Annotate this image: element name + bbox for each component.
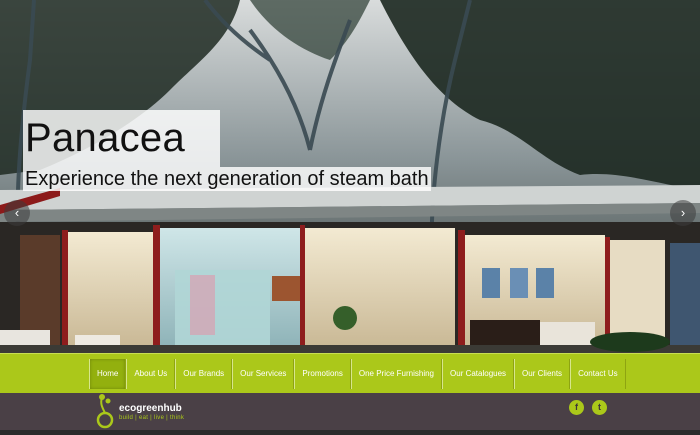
nav-list: Home About Us Our Brands Our Services Pr… [89,359,626,389]
facebook-icon[interactable]: f [569,400,584,415]
footer: ecogreenhub build | eat | live | think f… [0,393,700,430]
hero-subtitle: Experience the next generation of steam … [23,167,431,191]
chevron-right-icon: › [680,205,686,220]
ecogreenhub-logo[interactable]: ecogreenhub build | eat | live | think [94,393,184,430]
hero-slider: Panacea Experience the next generation o… [0,0,700,353]
nav-item-our-brands[interactable]: Our Brands [175,359,233,389]
nav-item-contact-us[interactable]: Contact Us [570,359,626,389]
main-navigation: Home About Us Our Brands Our Services Pr… [0,353,700,394]
nav-item-promotions[interactable]: Promotions [294,359,351,389]
logo-name: ecogreenhub [119,403,182,414]
nav-item-our-clients[interactable]: Our Clients [514,359,571,389]
logo-tagline: build | eat | live | think [119,415,185,421]
slider-prev-button[interactable]: ‹ [4,200,30,226]
nav-item-about-us[interactable]: About Us [126,359,176,389]
nav-item-our-services[interactable]: Our Services [232,359,295,389]
twitter-icon[interactable]: t [592,400,607,415]
slider-next-button[interactable]: › [670,200,696,226]
nav-item-our-catalogues[interactable]: Our Catalogues [442,359,515,389]
nav-item-home[interactable]: Home [89,359,127,389]
chevron-left-icon: ‹ [14,205,20,220]
ecogreenhub-logo-icon [96,394,114,429]
hero-title: Panacea [23,110,220,167]
nav-item-one-price-furnishing[interactable]: One Price Furnishing [350,359,443,389]
